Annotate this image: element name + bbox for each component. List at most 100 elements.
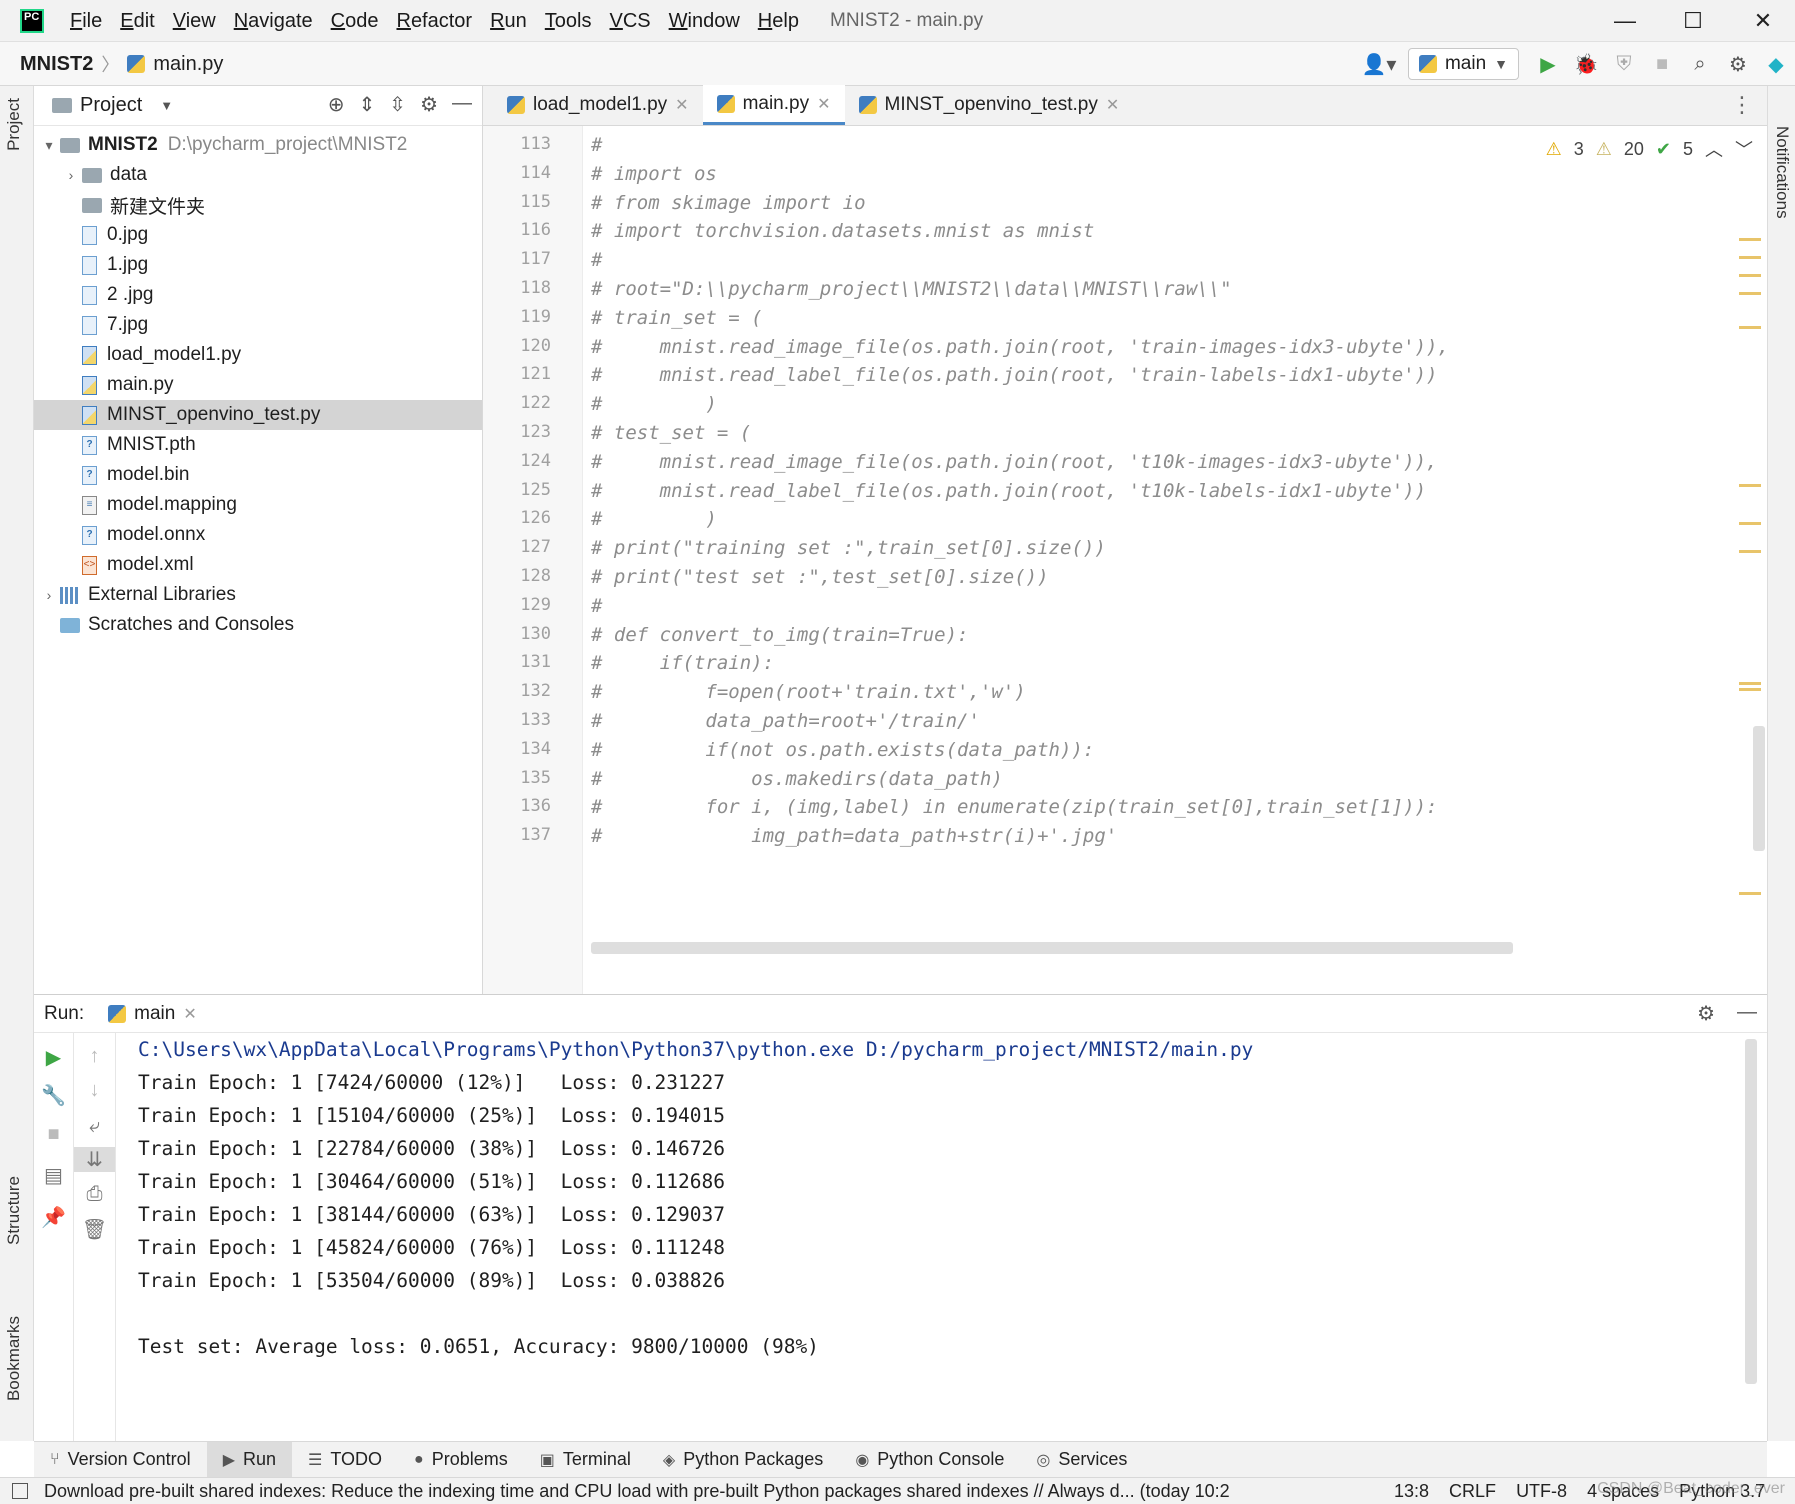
menu-vcs[interactable]: VCS	[610, 10, 651, 33]
menu-help[interactable]: Help	[758, 10, 799, 33]
error-stripe-mark[interactable]	[1739, 522, 1761, 525]
vertical-scrollbar[interactable]	[1753, 726, 1765, 851]
tree-item[interactable]: 2 .jpg	[34, 280, 482, 310]
menu-view[interactable]: View	[173, 10, 216, 33]
tree-item[interactable]: › data	[34, 160, 482, 190]
status-message[interactable]: Download pre-built shared indexes: Reduc…	[44, 1481, 1374, 1502]
chevron-right-icon[interactable]: ›	[60, 167, 82, 183]
caret-position[interactable]: 13:8	[1394, 1481, 1429, 1502]
code-area[interactable]: # # import os # from skimage import io # im…	[591, 126, 1721, 994]
tree-item[interactable]: 新建文件夹	[34, 190, 482, 220]
minimize-button[interactable]: —	[1605, 6, 1645, 36]
menu-navigate[interactable]: Navigate	[234, 10, 313, 33]
maximize-button[interactable]: ☐	[1673, 6, 1713, 36]
chevron-right-icon[interactable]: ›	[38, 587, 60, 603]
tree-item[interactable]: ≡ model.mapping	[34, 490, 482, 520]
scroll-to-end-icon[interactable]: ⇊	[74, 1147, 115, 1172]
gear-icon[interactable]: ⚙	[1719, 52, 1757, 77]
tree-item[interactable]: ? model.onnx	[34, 520, 482, 550]
stop-icon[interactable]: ■	[1643, 53, 1681, 76]
tree-item[interactable]: 1.jpg	[34, 250, 482, 280]
close-button[interactable]: ✕	[1743, 6, 1783, 36]
chevron-down-icon[interactable]: ▼	[160, 98, 173, 113]
notifications-tool-tab[interactable]: Notifications	[1772, 126, 1792, 219]
error-stripe-mark[interactable]	[1739, 484, 1761, 487]
rerun-icon[interactable]: ▶	[34, 1045, 73, 1070]
error-stripe-mark[interactable]	[1739, 688, 1761, 691]
close-icon[interactable]: ✕	[675, 95, 688, 115]
arrow-up-icon[interactable]: ↑	[74, 1045, 115, 1068]
bottom-tab-version-control[interactable]: ⑂ Version Control	[34, 1442, 207, 1478]
menu-window[interactable]: Window	[669, 10, 740, 33]
project-panel-title[interactable]: Project	[80, 94, 142, 117]
line-separator[interactable]: CRLF	[1449, 1481, 1496, 1502]
tree-item[interactable]: ? MNIST.pth	[34, 430, 482, 460]
pin-icon[interactable]: 📌	[34, 1205, 73, 1230]
error-stripe-mark[interactable]	[1739, 292, 1761, 295]
tree-scratches[interactable]: Scratches and Consoles	[34, 610, 482, 640]
close-icon[interactable]: ✕	[817, 94, 830, 114]
wrench-icon[interactable]: 🔧	[34, 1083, 73, 1108]
editor-tab[interactable]: load_model1.py ✕	[493, 85, 703, 125]
error-stripe-mark[interactable]	[1739, 238, 1761, 241]
tree-external-libraries[interactable]: › External Libraries	[34, 580, 482, 610]
plugin-icon[interactable]: ◆	[1757, 52, 1795, 77]
tree-item[interactable]: MINST_openvino_test.py	[34, 400, 482, 430]
bottom-tab-python-console[interactable]: ◉ Python Console	[839, 1442, 1020, 1478]
error-stripe-mark[interactable]	[1739, 682, 1761, 685]
error-stripe-mark[interactable]	[1739, 326, 1761, 329]
chevron-down-icon[interactable]: ﹀	[1735, 136, 1753, 162]
tree-item[interactable]: 0.jpg	[34, 220, 482, 250]
layout-icon[interactable]: ▤	[34, 1163, 73, 1188]
expand-all-icon[interactable]: ⇕	[359, 92, 376, 117]
hide-icon[interactable]: —	[452, 92, 472, 117]
file-encoding[interactable]: UTF-8	[1516, 1481, 1567, 1502]
error-stripe-mark[interactable]	[1739, 274, 1761, 277]
stop-icon[interactable]: ■	[34, 1123, 73, 1146]
editor-tab[interactable]: MINST_openvino_test.py ✕	[845, 85, 1134, 125]
close-icon[interactable]: ✕	[1106, 95, 1119, 115]
console-output[interactable]: C:\Users\wx\AppData\Local\Programs\Pytho…	[138, 1033, 1738, 1442]
chevron-down-icon[interactable]: ▾	[38, 137, 60, 154]
bottom-tab-problems[interactable]: ● Problems	[398, 1442, 524, 1478]
menu-edit[interactable]: Edit	[120, 10, 154, 33]
error-stripe-mark[interactable]	[1739, 892, 1761, 895]
tree-item[interactable]: main.py	[34, 370, 482, 400]
run-tab-main[interactable]: main ✕	[108, 1003, 197, 1025]
tree-item[interactable]: ? model.bin	[34, 460, 482, 490]
bottom-tab-run[interactable]: ▶ Run	[206, 1441, 293, 1478]
menu-file[interactable]: File	[70, 10, 102, 33]
close-icon[interactable]: ✕	[183, 1004, 196, 1024]
structure-tool-tab[interactable]: Structure	[4, 1176, 24, 1245]
gear-icon[interactable]: ⚙	[420, 92, 438, 117]
coverage-icon[interactable]: ⛨	[1605, 53, 1643, 76]
editor-tab[interactable]: main.py ✕	[702, 85, 845, 125]
menu-refactor[interactable]: Refactor	[396, 10, 472, 33]
soft-wrap-icon[interactable]: ⤶	[74, 1115, 115, 1138]
status-toggle-icon[interactable]	[12, 1483, 28, 1499]
hide-icon[interactable]: —	[1737, 1001, 1757, 1026]
menu-run[interactable]: Run	[490, 10, 527, 33]
collapse-all-icon[interactable]: ⇳	[389, 92, 406, 117]
bottom-tab-terminal[interactable]: ▣ Terminal	[524, 1442, 647, 1478]
arrow-down-icon[interactable]: ↓	[74, 1079, 115, 1102]
locate-icon[interactable]: ⊕	[328, 92, 345, 117]
tree-item[interactable]: 7.jpg	[34, 310, 482, 340]
trash-icon[interactable]: 🗑	[74, 1217, 115, 1242]
tree-item[interactable]: load_model1.py	[34, 340, 482, 370]
menu-tools[interactable]: Tools	[545, 10, 592, 33]
project-tool-tab[interactable]: Project	[4, 98, 24, 151]
console-scrollbar[interactable]	[1745, 1039, 1757, 1384]
bottom-tab-services[interactable]: ◎ Services	[1020, 1442, 1143, 1478]
more-options-icon[interactable]: ⋮	[1731, 92, 1753, 118]
run-configuration-selector[interactable]: main ▼	[1407, 48, 1519, 80]
horizontal-scrollbar[interactable]	[591, 942, 1513, 954]
error-stripe-mark[interactable]	[1739, 256, 1761, 259]
search-icon[interactable]: ⌕	[1681, 53, 1719, 76]
user-icon[interactable]: 👤▾	[1360, 52, 1398, 77]
bookmarks-tool-tab[interactable]: Bookmarks	[4, 1316, 24, 1401]
tree-item[interactable]: <> model.xml	[34, 550, 482, 580]
bottom-tab-todo[interactable]: ☰ TODO	[292, 1442, 398, 1478]
debug-icon[interactable]: 🐞	[1567, 52, 1605, 77]
bottom-tab-python-packages[interactable]: ◈ Python Packages	[647, 1442, 839, 1478]
